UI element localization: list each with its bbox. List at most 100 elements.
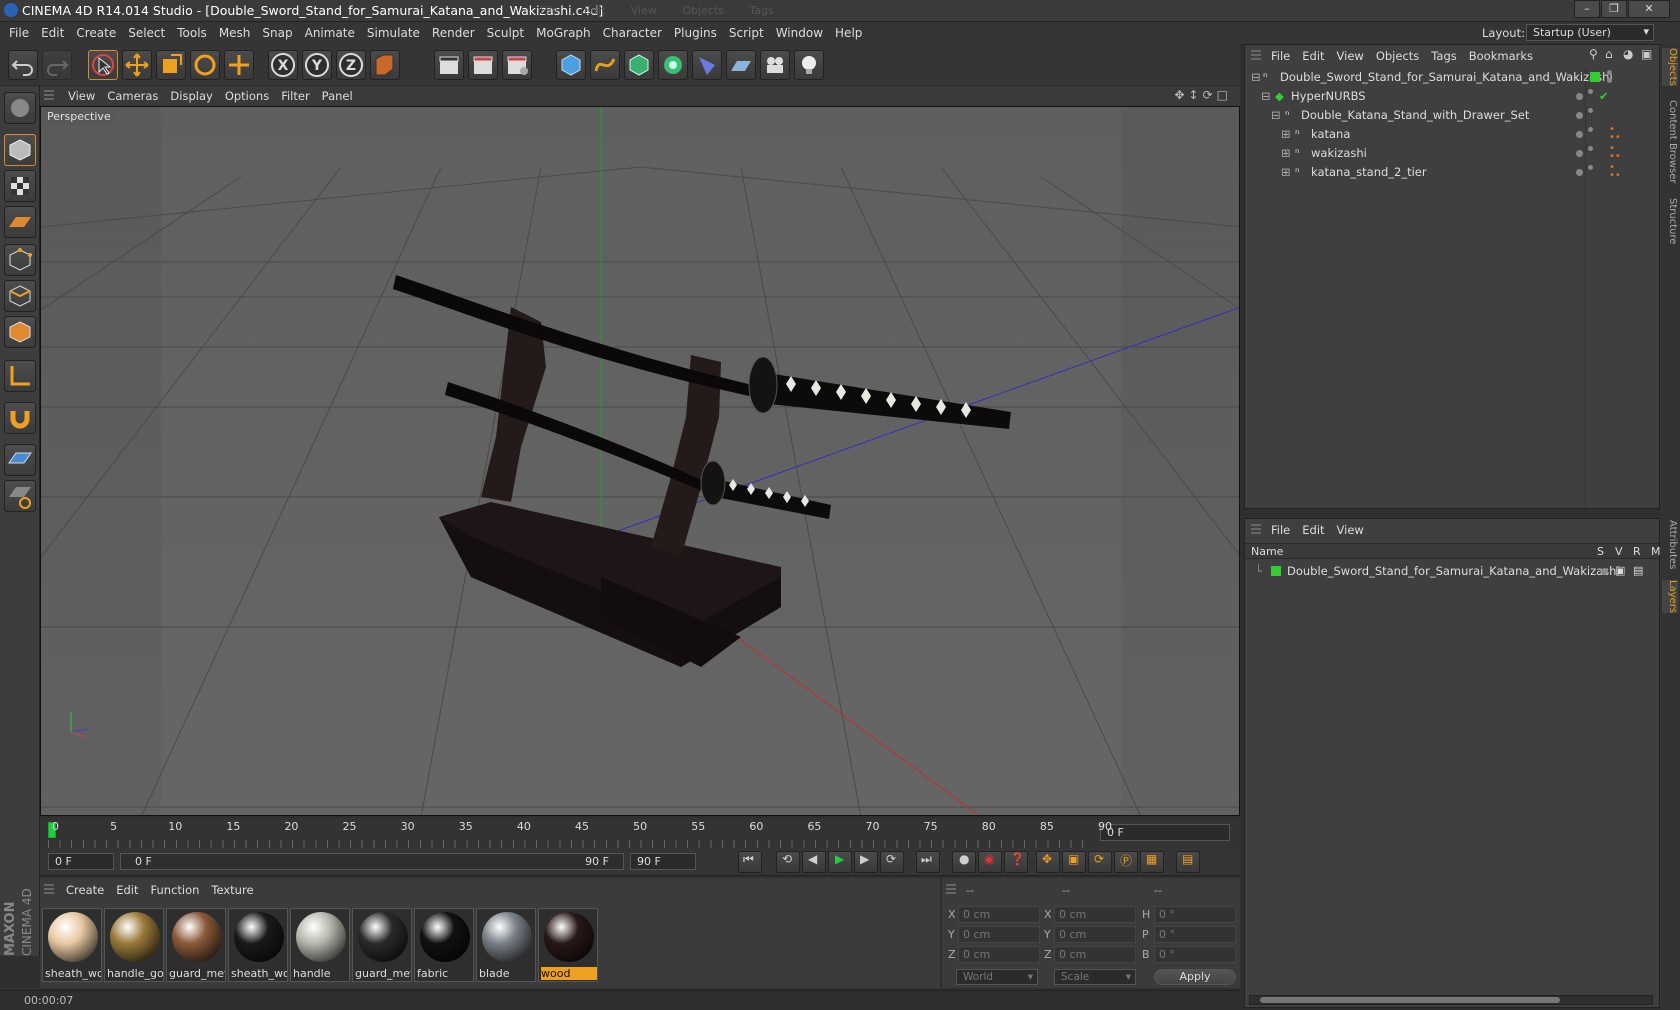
material-swatch[interactable]: sheath_wo	[228, 908, 288, 982]
tab-layers[interactable]: Layers	[1662, 580, 1678, 614]
go-to-start-button[interactable]: ⏮	[738, 851, 762, 873]
eye-icon[interactable]: ▣	[1615, 561, 1625, 581]
menu-render[interactable]: Render	[426, 22, 481, 44]
menu-simulate[interactable]: Simulate	[361, 22, 426, 44]
menu-plugins[interactable]: Plugins	[668, 22, 723, 44]
key-rotation-button[interactable]: ⟳	[1088, 851, 1112, 873]
texture-mode-button[interactable]	[4, 170, 36, 202]
snap-button[interactable]	[4, 402, 36, 434]
play-button[interactable]: ▶	[828, 851, 852, 873]
object-row[interactable]: ⊟ ⁿ Double_Sword_Stand_for_Samurai_Katan…	[1245, 67, 1659, 87]
viewport-menu-panel[interactable]: Panel	[316, 86, 359, 106]
menu-file[interactable]: File	[3, 22, 35, 44]
material-menu-texture[interactable]: Texture	[205, 882, 259, 898]
autokey-button[interactable]: ◉	[978, 851, 1002, 873]
menu-window[interactable]: Window	[770, 22, 829, 44]
column-visible[interactable]: V	[1615, 545, 1623, 558]
object-row[interactable]: ⊞ ⁿ katana • ••	[1245, 124, 1659, 144]
render-icon[interactable]: ▤	[1633, 561, 1643, 581]
apply-button[interactable]: Apply	[1154, 969, 1236, 985]
x-axis-button[interactable]: X	[268, 50, 298, 80]
viewport-menu-options[interactable]: Options	[219, 86, 275, 106]
maximize-button[interactable]: ❐	[1601, 0, 1627, 18]
viewport-menu-cameras[interactable]: Cameras	[101, 86, 164, 106]
material-swatch[interactable]: handle_go	[104, 908, 164, 982]
key-parameter-button[interactable]: Ⓟ	[1114, 851, 1138, 873]
object-row[interactable]: ⊟ ⁿ Double_Katana_Stand_with_Drawer_Set	[1245, 105, 1659, 125]
search-icon[interactable]: ⚲	[1589, 47, 1598, 61]
keyframe-selection-button[interactable]: ❓	[1004, 851, 1028, 873]
layer-menu-view[interactable]: View	[1331, 519, 1370, 541]
visibility-dot[interactable]	[1588, 127, 1593, 132]
menu-script[interactable]: Script	[723, 22, 770, 44]
tab-structure[interactable]: Structure	[1662, 198, 1678, 245]
home-icon[interactable]: ⌂	[1605, 47, 1613, 61]
material-swatch[interactable]: guard_met	[166, 908, 226, 982]
object-menu-bookmarks[interactable]: Bookmarks	[1463, 45, 1539, 67]
object-menu-objects[interactable]: Objects	[1370, 45, 1425, 67]
visibility-dot[interactable]	[1576, 112, 1583, 119]
object-menu-file[interactable]: File	[1265, 45, 1296, 67]
material-swatch[interactable]: fabric	[414, 908, 474, 982]
menu-create[interactable]: Create	[70, 22, 122, 44]
scrollbar-thumb[interactable]	[1260, 997, 1560, 1003]
layer-row[interactable]: └ Double_Sword_Stand_for_Samurai_Katana_…	[1245, 561, 1659, 581]
rotation-p-field[interactable]: 0 °	[1154, 926, 1236, 943]
workplane-lock-button[interactable]	[4, 444, 36, 476]
visibility-dot[interactable]	[1588, 89, 1593, 94]
material-tag-icon[interactable]: • ••	[1609, 144, 1621, 162]
horizontal-scrollbar[interactable]	[1249, 995, 1653, 1005]
previous-frame-button[interactable]: ◀	[802, 851, 826, 873]
size-z-field[interactable]: 0 cm	[1054, 946, 1136, 963]
close-button[interactable]: ✕	[1628, 0, 1670, 18]
key-pla-button[interactable]: ▦	[1140, 851, 1164, 873]
render-settings-button[interactable]	[502, 50, 532, 80]
viewport-nav-icons[interactable]: ✥↕⟳□	[1174, 88, 1232, 102]
material-menu-function[interactable]: Function	[145, 882, 206, 898]
visibility-dot[interactable]	[1588, 108, 1593, 113]
perspective-viewport[interactable]: Perspective	[40, 106, 1240, 816]
menu-mograph[interactable]: MoGraph	[530, 22, 597, 44]
visibility-dot[interactable]	[1607, 78, 1612, 83]
position-z-field[interactable]: 0 cm	[958, 946, 1040, 963]
visibility-dot[interactable]	[1607, 70, 1612, 75]
spline-button[interactable]	[590, 50, 620, 80]
object-mode-button[interactable]	[4, 134, 36, 166]
current-frame-field[interactable]: 0 F	[48, 853, 114, 870]
light-button[interactable]	[794, 50, 824, 80]
model-mode-button[interactable]	[4, 92, 36, 124]
solo-dot[interactable]	[1601, 568, 1608, 575]
new-window-icon[interactable]: ▣	[1641, 47, 1652, 61]
material-swatch[interactable]: guard_met	[352, 908, 412, 982]
y-axis-button[interactable]: Y	[302, 50, 332, 80]
layer-menu-file[interactable]: File	[1265, 519, 1296, 541]
material-menu-create[interactable]: Create	[60, 882, 110, 898]
menu-tools[interactable]: Tools	[171, 22, 213, 44]
object-row[interactable]: ⊞ ⁿ wakizashi • ••	[1245, 143, 1659, 163]
record-keys-button[interactable]: ●	[952, 851, 976, 873]
polygons-mode-button[interactable]	[4, 316, 36, 348]
position-x-field[interactable]: 0 cm	[958, 906, 1040, 923]
axis-mode-button[interactable]	[4, 360, 36, 392]
material-swatch[interactable]: handle	[290, 908, 350, 982]
live-selection-button[interactable]	[88, 50, 118, 80]
previous-key-button[interactable]: ⟲	[776, 851, 800, 873]
render-picture-viewer-button[interactable]	[468, 50, 498, 80]
next-frame-button[interactable]: ▶	[854, 851, 878, 873]
undo-button[interactable]	[8, 50, 38, 80]
column-render[interactable]: R	[1633, 545, 1641, 558]
object-row[interactable]: ⊞ ⁿ katana_stand_2_tier • ••	[1245, 162, 1659, 182]
floor-button[interactable]	[726, 50, 756, 80]
visibility-dot[interactable]	[1576, 93, 1583, 100]
size-x-field[interactable]: 0 cm	[1054, 906, 1136, 923]
array-button[interactable]	[658, 50, 688, 80]
viewport-menu-display[interactable]: Display	[164, 86, 218, 106]
size-mode-select[interactable]: Scale ▾	[1054, 969, 1136, 985]
minimize-button[interactable]: –	[1574, 0, 1600, 18]
key-position-button[interactable]: ✥	[1036, 851, 1060, 873]
layout-select[interactable]: Startup (User) ▾	[1526, 24, 1654, 41]
size-y-field[interactable]: 0 cm	[1054, 926, 1136, 943]
column-solo[interactable]: S	[1597, 545, 1604, 558]
z-axis-button[interactable]: Z	[336, 50, 366, 80]
visibility-dot[interactable]	[1576, 150, 1583, 157]
